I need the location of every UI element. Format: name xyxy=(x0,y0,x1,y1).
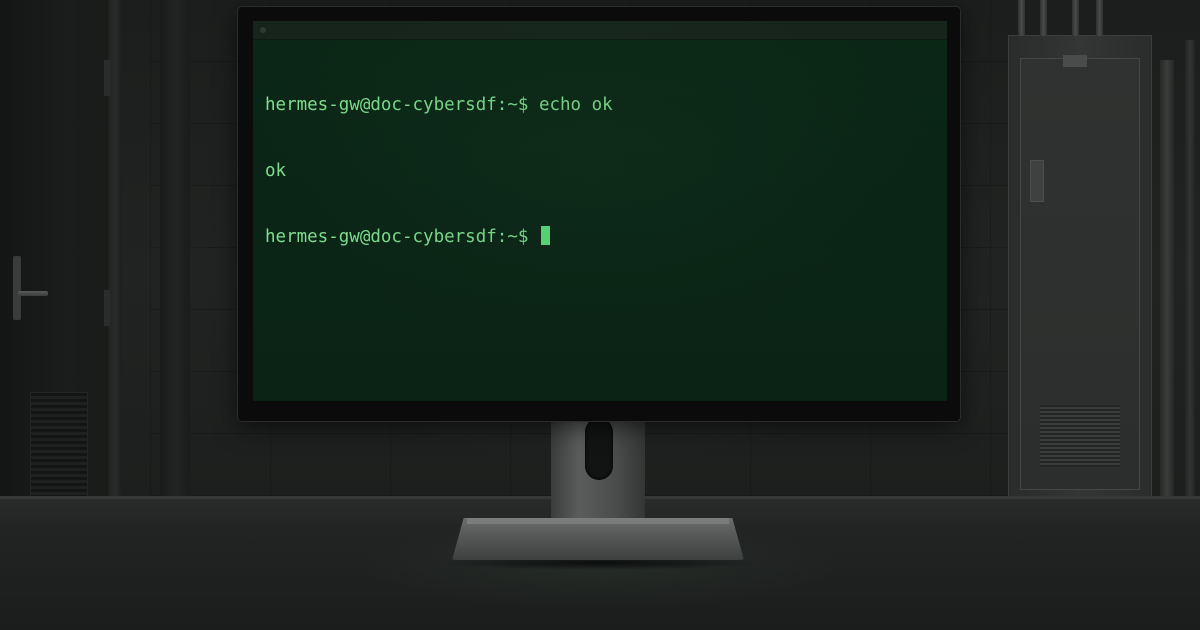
door-hinge xyxy=(104,60,110,96)
terminal-input[interactable] xyxy=(528,227,539,247)
conduit-pipe xyxy=(1096,0,1103,36)
terminal-prompt: hermes-gw@doc-cybersdf:~$ xyxy=(265,227,529,247)
monitor-stand-cable-slot xyxy=(585,418,613,480)
monitor-stand-base-top xyxy=(467,518,729,524)
electrical-panel-latch xyxy=(1030,160,1044,202)
terminal-command-output: ok xyxy=(265,161,287,181)
terminal-window-close-icon[interactable] xyxy=(260,27,266,33)
wall-pipe xyxy=(1185,40,1195,498)
wall-pillar xyxy=(160,0,190,498)
electrical-panel-vent xyxy=(1040,405,1120,467)
conduit-pipe xyxy=(1040,0,1047,36)
terminal-cursor xyxy=(540,226,550,245)
conduit-pipe xyxy=(1018,0,1025,36)
terminal-command: echo ok xyxy=(528,95,613,115)
terminal-line: hermes-gw@doc-cybersdf:~$ xyxy=(265,226,935,248)
door-handle-bar xyxy=(18,291,48,296)
terminal-prompt: hermes-gw@doc-cybersdf:~$ xyxy=(265,95,529,115)
photo-scene: hermes-gw@doc-cybersdf:~$ echo ok ok her… xyxy=(0,0,1200,630)
door-handle-icon xyxy=(13,256,21,320)
door-hinge xyxy=(104,290,110,326)
electrical-panel-label-plate xyxy=(1063,55,1087,67)
terminal-line: ok xyxy=(265,160,935,182)
monitor-stand-base xyxy=(452,518,744,560)
monitor-screen[interactable]: hermes-gw@doc-cybersdf:~$ echo ok ok her… xyxy=(253,21,947,401)
conduit-pipe xyxy=(1072,0,1079,36)
wall-pipe xyxy=(1160,60,1174,498)
terminal-titlebar[interactable] xyxy=(253,21,947,40)
terminal-line: hermes-gw@doc-cybersdf:~$ echo ok xyxy=(265,94,935,116)
terminal-output[interactable]: hermes-gw@doc-cybersdf:~$ echo ok ok her… xyxy=(265,50,935,292)
door-vent xyxy=(30,392,88,498)
door-frame xyxy=(108,0,122,498)
